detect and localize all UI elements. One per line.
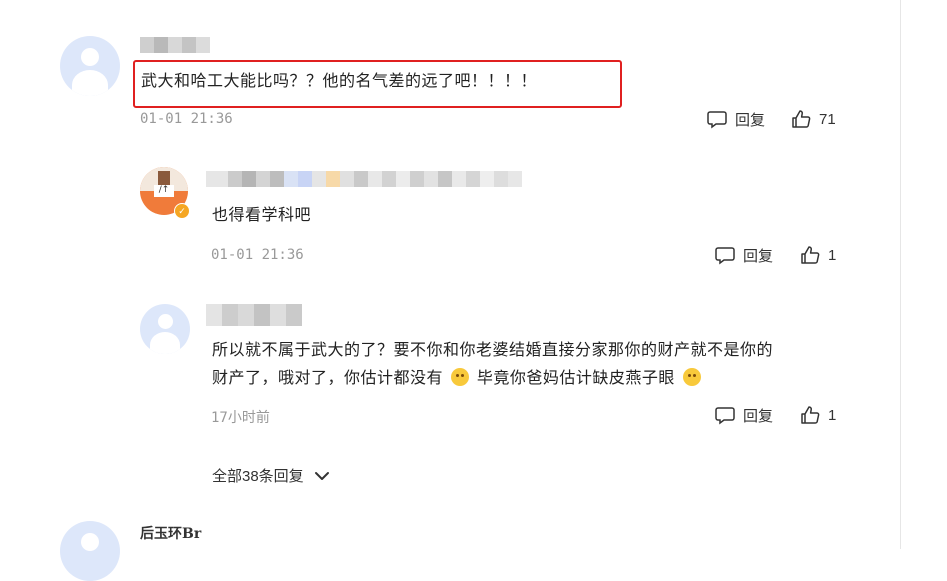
username[interactable]: 后玉环Br (140, 523, 201, 543)
chevron-down-icon (314, 471, 329, 480)
reply-time: 01-01 21:36 (211, 247, 304, 263)
like-button[interactable]: 71 (791, 109, 836, 129)
like-button[interactable]: 1 (800, 405, 836, 425)
avatar[interactable] (140, 304, 190, 354)
like-count: 1 (828, 406, 837, 424)
reply-text-line1: 所以就不属于武大的了？要不你和你老婆结婚直接分家那你的财产就不是你的 (212, 342, 774, 359)
comment-bubble-icon (715, 407, 735, 425)
reply-text: 也得看学科吧 (212, 207, 312, 224)
reply-time: 17小时前 (211, 410, 270, 426)
reply-button[interactable]: 回复 (715, 245, 773, 266)
comment-bubble-icon (715, 247, 735, 265)
like-count: 71 (819, 110, 836, 128)
like-button[interactable]: 1 (800, 245, 836, 265)
emoji-icon (450, 368, 469, 386)
thumbs-up-icon (792, 110, 811, 128)
reply-button[interactable]: 回复 (715, 405, 773, 426)
expand-replies-label: 全部38条回复 (212, 468, 304, 485)
reply-label: 回复 (743, 248, 774, 265)
avatar[interactable] (60, 521, 120, 581)
avatar[interactable] (60, 36, 120, 96)
emoji-icon (682, 368, 701, 386)
scrollbar-divider (900, 0, 901, 549)
reply-text-line2b: 毕竟你爸妈估计缺皮燕子眼 (476, 370, 675, 387)
reply-text-line2: 财产了，哦对了，你估计都没有 毕竟你爸妈估计缺皮燕子眼 (212, 363, 704, 394)
thumbs-up-icon (801, 246, 820, 264)
username-blurred[interactable] (140, 37, 210, 53)
expand-replies-button[interactable]: 全部38条回复 (212, 465, 330, 486)
reply-button[interactable]: 回复 (707, 109, 765, 130)
verified-badge-icon: ✓ (174, 203, 190, 219)
comment-bubble-icon (707, 111, 727, 129)
reply-label: 回复 (743, 408, 774, 425)
like-count: 1 (828, 246, 837, 264)
username-blurred[interactable] (206, 304, 302, 326)
reply-text-line2a: 财产了，哦对了，你估计都没有 (212, 370, 444, 387)
username-blurred[interactable] (206, 171, 522, 187)
thumbs-up-icon (801, 406, 820, 424)
reply-label: 回复 (735, 112, 766, 129)
comment-time: 01-01 21:36 (140, 111, 233, 127)
comment-text: 武大和哈工大能比吗？？他的名气差的远了吧！！！！ (141, 73, 538, 90)
